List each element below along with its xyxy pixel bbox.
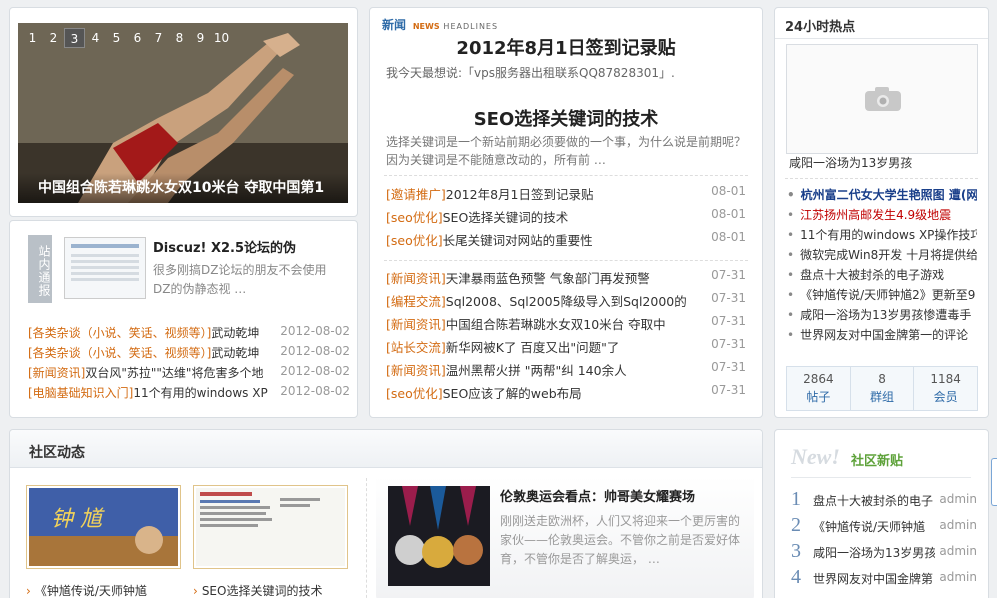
headline-title-1[interactable]: 2012年8月1日签到记录贴 xyxy=(370,34,762,60)
divider xyxy=(384,175,748,176)
hot-item[interactable]: 盘点十大被封杀的电子游戏 xyxy=(787,266,944,283)
list-item[interactable]: [seo优化]SEO应该了解的web布局 07-31 xyxy=(386,383,746,402)
station-badge: 站内通报 xyxy=(28,235,52,303)
headline-desc-1: 我今天最想说:「vps服务器出租联系QQ87828301」. xyxy=(386,66,675,80)
slide-caption[interactable]: 中国组合陈若琳跳水女双10米台 夺取中国第1 xyxy=(18,173,348,203)
thumb-image xyxy=(196,488,345,566)
hot24-title: 24小时热点 xyxy=(785,20,856,35)
hot-item[interactable]: 《钟馗传说/天师钟馗2》更新至9 xyxy=(787,286,975,303)
list-item[interactable]: [新闻资讯]天津暴雨蓝色预警 气象部门再发预警 07-31 xyxy=(386,268,746,287)
slide-page-8[interactable]: 8 xyxy=(169,28,190,48)
station-thumbnail[interactable] xyxy=(64,237,146,299)
slide-page-7[interactable]: 7 xyxy=(148,28,169,48)
community-thumb-1[interactable]: 钟 馗 xyxy=(26,485,181,569)
community-separator xyxy=(366,478,367,598)
community-thumb-caption-2[interactable]: › SEO选择关键词的技术 xyxy=(193,582,353,598)
stat-posts[interactable]: 2864 帖子 xyxy=(787,367,851,410)
divider xyxy=(785,178,978,179)
station-desc: 很多刚搞DZ论坛的朋友不会使用DZ的伪静态视 … xyxy=(153,263,327,296)
headline-title-2[interactable]: SEO选择关键词的技术 xyxy=(370,105,762,131)
feature-image[interactable] xyxy=(388,486,490,586)
station-item[interactable]: [电脑基础知识入门]11个有用的windows XP 2012-08-02 xyxy=(28,384,350,401)
slide-page-4[interactable]: 4 xyxy=(85,28,106,48)
slide-page-2[interactable]: 2 xyxy=(43,28,64,48)
slide-page-1[interactable]: 1 xyxy=(22,28,43,48)
headline-desc-2: 选择关键词是一个新站前期必须要做的一个事，为什么说是前期呢？因为关键词是不能随意… xyxy=(386,135,747,167)
station-item[interactable]: [各类杂谈（小说、笑话、视频等）]武动乾坤 2012-08-02 xyxy=(28,324,350,341)
hot-item[interactable]: 微软完成Win8开发 十月将提供给 xyxy=(787,246,977,263)
divider xyxy=(384,260,748,261)
list-item[interactable]: [seo优化]长尾关键词对网站的重要性 08-01 xyxy=(386,230,746,249)
slide-page-3[interactable]: 3 xyxy=(64,28,85,48)
feature-card[interactable]: 伦敦奥运会看点：帅哥美女耀赛场 刚刚送走欧洲杯，人们又将迎来一个更厉害的家伙——… xyxy=(376,476,754,598)
community-panel: 社区动态 钟 馗 › 《钟馗传说/天师钟馗 › SEO选择关键词的技术 伦敦奥运… xyxy=(9,429,763,598)
medals-image xyxy=(388,486,490,586)
hot-item[interactable]: 咸阳一浴场为13岁男孩惨遭毒手 xyxy=(787,306,971,323)
thumb-image: 钟 馗 xyxy=(29,488,178,566)
stats-bar: 2864 帖子 8 群组 1184 会员 xyxy=(786,366,978,411)
community-thumb-caption-1[interactable]: › 《钟馗传说/天师钟馗 xyxy=(26,582,186,598)
headline-list-2: [新闻资讯]天津暴雨蓝色预警 气象部门再发预警 07-31 [编程交流]Sql2… xyxy=(386,268,746,408)
station-title[interactable]: Discuz! X2.5论坛的伪 xyxy=(153,237,351,256)
hot24-list: 杭州富二代女大学生艳照图 遭(网 江苏扬州高邮发生4.9级地震 11个有用的wi… xyxy=(787,186,977,346)
hot-item[interactable]: 杭州富二代女大学生艳照图 遭(网 xyxy=(787,186,977,203)
newpost-item[interactable]: 4 世界网友对中国金牌第 admin xyxy=(791,566,977,590)
hot-item[interactable]: 世界网友对中国金牌第一的评论 xyxy=(787,326,968,343)
list-item[interactable]: [seo优化]SEO选择关键词的技术 08-01 xyxy=(386,207,746,226)
newpost-item[interactable]: 2 《钟馗传说/天师钟馗 admin xyxy=(791,514,977,538)
feature-desc: 刚刚送走欧洲杯，人们又将迎来一个更厉害的家伙——伦敦奥运会。不管你之前是否爱好体… xyxy=(500,514,741,566)
slide-page-10[interactable]: 10 xyxy=(211,28,232,48)
hot24-header-line xyxy=(775,38,988,39)
headlines-panel: 新闻 NEWS HEADLINES 2012年8月1日签到记录贴 我今天最想说:… xyxy=(369,7,763,418)
community-header: 社区动态 xyxy=(10,430,762,468)
feature-title[interactable]: 伦敦奥运会看点：帅哥美女耀赛场 xyxy=(500,486,750,505)
slide-page-6[interactable]: 6 xyxy=(127,28,148,48)
slide-pagination: 1 2 3 4 5 6 7 8 9 10 xyxy=(22,28,232,48)
stat-members[interactable]: 1184 会员 xyxy=(914,367,977,410)
hot-item[interactable]: 江苏扬州高邮发生4.9级地震 xyxy=(787,206,951,223)
headlines-label: 新闻 NEWS HEADLINES xyxy=(382,18,499,32)
hot24-image[interactable] xyxy=(786,44,978,154)
stat-groups[interactable]: 8 群组 xyxy=(851,367,915,410)
station-item[interactable]: [新闻资讯]双台风"苏拉""达维"将危害多个地 2012-08-02 xyxy=(28,364,350,381)
list-item[interactable]: [新闻资讯]温州黑帮火拼 "两帮"纠 140余人 07-31 xyxy=(386,360,746,379)
headline-list-1: [邀请推广]2012年8月1日签到记录贴 08-01 [seo优化]SEO选择关… xyxy=(386,184,746,254)
newposts-header: New! 社区新贴 xyxy=(791,442,971,478)
newpost-item[interactable]: 3 咸阳一浴场为13岁男孩 admin xyxy=(791,540,977,564)
camera-icon xyxy=(865,87,901,111)
list-item[interactable]: [邀请推广]2012年8月1日签到记录贴 08-01 xyxy=(386,184,746,203)
hot-item[interactable]: 11个有用的windows XP操作技巧 xyxy=(787,226,977,243)
svg-text:钟 馗: 钟 馗 xyxy=(51,507,105,532)
list-item[interactable]: [新闻资讯]中国组合陈若琳跳水女双10米台 夺取中 07-31 xyxy=(386,314,746,333)
slide-page-9[interactable]: 9 xyxy=(190,28,211,48)
community-thumb-2[interactable] xyxy=(193,485,348,569)
list-item[interactable]: [编程交流]Sql2008、Sql2005降级导入到Sql2000的 07-31 xyxy=(386,291,746,310)
scroll-edge-tab[interactable] xyxy=(991,458,997,506)
slideshow[interactable]: 1 2 3 4 5 6 7 8 9 10 中国组合陈若琳跳水女双10米台 夺取中… xyxy=(18,23,348,203)
hot24-image-caption[interactable]: 咸阳一浴场为13岁男孩 xyxy=(789,154,979,171)
newposts-panel: New! 社区新贴 1 盘点十大被封杀的电子 admin 2 《钟馗传说/天师钟馗 … xyxy=(774,429,989,598)
list-item[interactable]: [站长交流]新华网被K了 百度又出"问题"了 07-31 xyxy=(386,337,746,356)
newpost-item[interactable]: 1 盘点十大被封杀的电子 admin xyxy=(791,488,977,512)
hot24-panel: 24小时热点 咸阳一浴场为13岁男孩 杭州富二代女大学生艳照图 遭(网 江苏扬州… xyxy=(774,7,989,418)
station-item[interactable]: [各类杂谈（小说、笑话、视频等）]武动乾坤 2012-08-02 xyxy=(28,344,350,361)
slide-page-5[interactable]: 5 xyxy=(106,28,127,48)
station-notice-panel: 站内通报 Discuz! X2.5论坛的伪 很多刚搞DZ论坛的朋友不会使用DZ的… xyxy=(9,220,358,418)
